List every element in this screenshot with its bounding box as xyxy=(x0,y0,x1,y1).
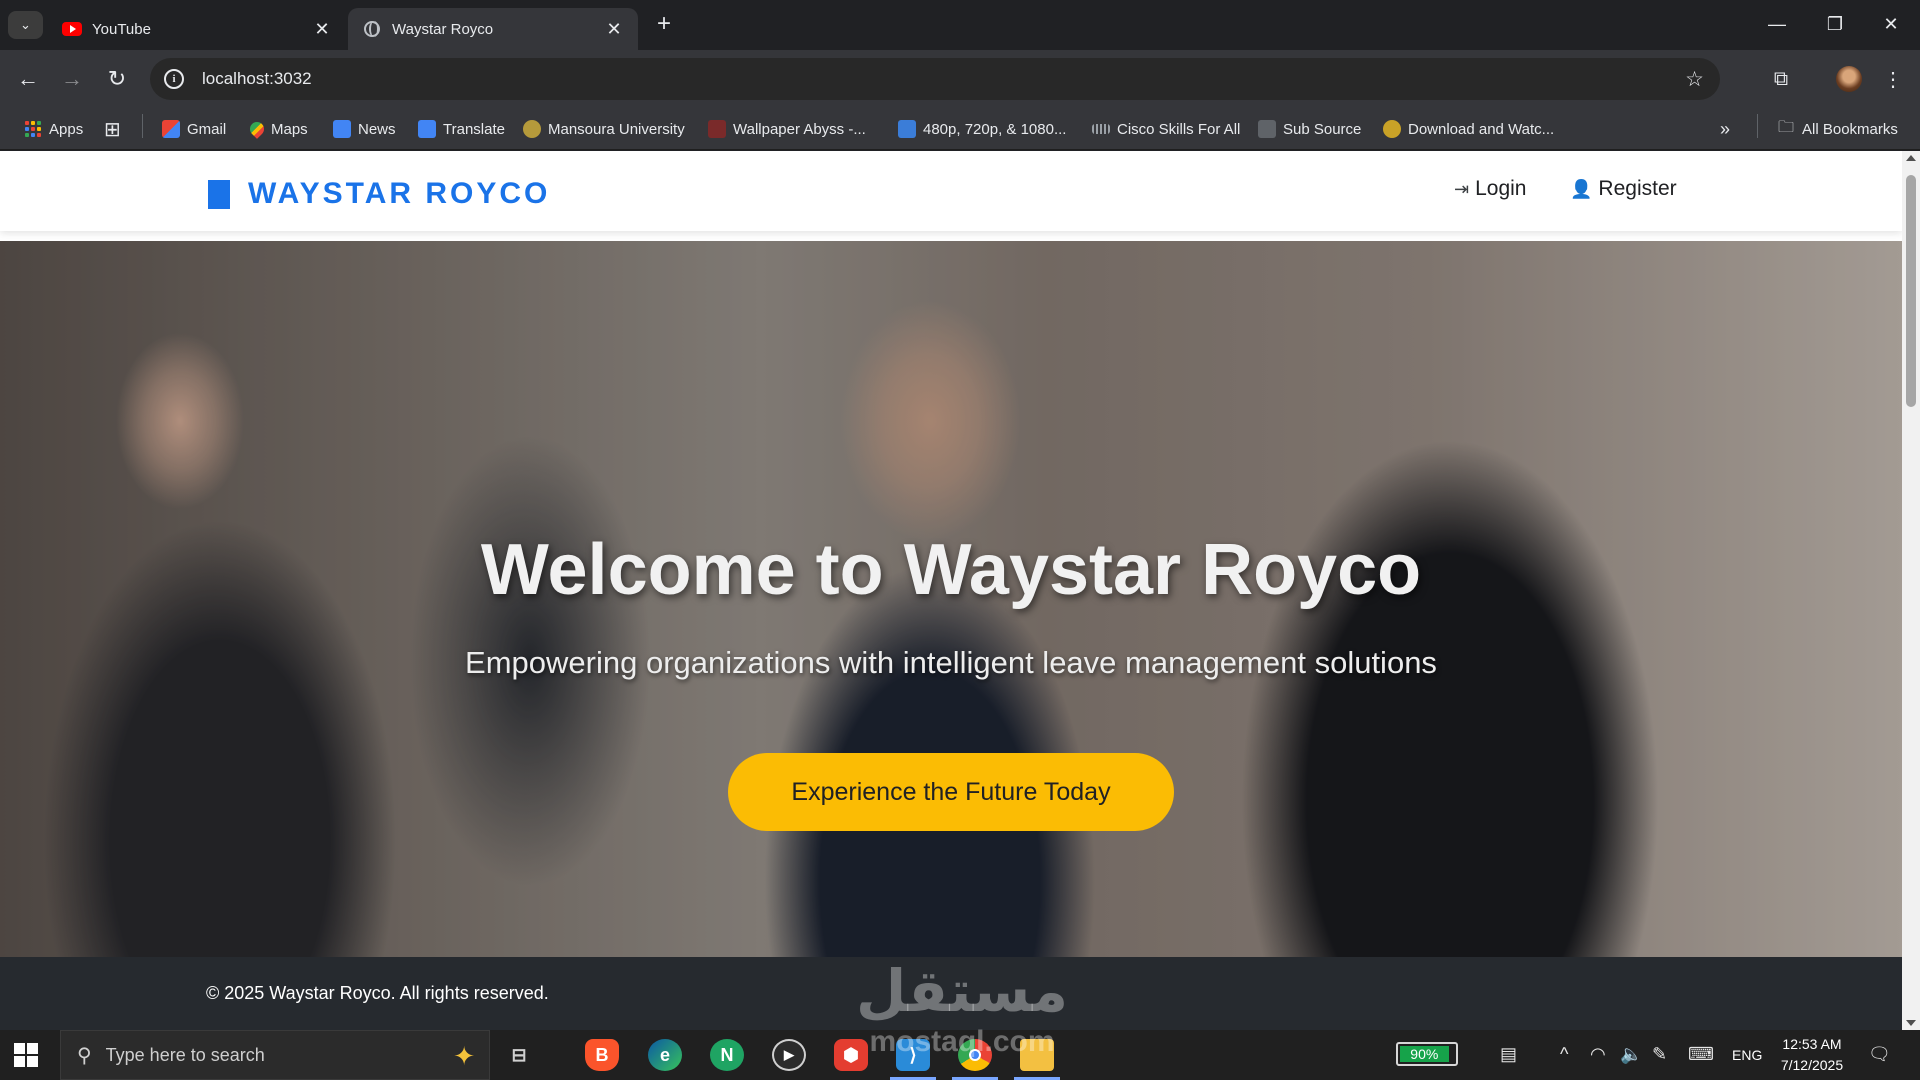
tray-chevron-icon[interactable]: ^ xyxy=(1560,1044,1568,1065)
bookmarks-bar: Apps ⊞ Gmail Maps News Translate Mansour… xyxy=(0,108,1920,150)
grid-icon: ⊞ xyxy=(104,118,121,141)
bookmark-maps[interactable]: Maps xyxy=(247,118,308,140)
brand-name: WAYSTAR ROYCO xyxy=(248,177,551,210)
hero-title: Welcome to Waystar Royco xyxy=(480,530,1422,610)
experience-future-button[interactable]: Experience the Future Today xyxy=(728,753,1174,831)
taskbar-search-placeholder: Type here to search xyxy=(105,1044,265,1065)
tab-title: YouTube xyxy=(92,20,151,38)
bookmarks-divider xyxy=(142,114,143,138)
tab-groups-icon[interactable]: ⊞ xyxy=(104,118,121,141)
hero-section: Welcome to Waystar Royco Empowering orga… xyxy=(0,241,1902,957)
battery-indicator[interactable]: 90% xyxy=(1396,1042,1458,1066)
brave-icon[interactable]: B xyxy=(585,1039,619,1071)
bookmark-news[interactable]: News xyxy=(333,118,396,140)
bookmark-gmail[interactable]: Gmail xyxy=(162,118,226,140)
browser-menu-icon[interactable]: ⋮ xyxy=(1878,64,1908,94)
register-link[interactable]: 👤 Register xyxy=(1570,177,1677,201)
cisco-icon xyxy=(1092,124,1110,134)
translate-icon xyxy=(418,120,436,138)
site-footer: © 2025 Waystar Royco. All rights reserve… xyxy=(0,957,1902,1030)
address-url[interactable]: localhost:3032 xyxy=(202,69,312,89)
news-icon xyxy=(333,120,351,138)
address-bar[interactable]: i localhost:3032 ☆ xyxy=(150,58,1720,100)
notifications-icon[interactable]: 🗨 xyxy=(1868,1044,1891,1065)
forward-button[interactable]: → xyxy=(57,64,87,94)
user-plus-icon: 👤 xyxy=(1570,178,1593,199)
search-icon: ⚲ xyxy=(77,1044,92,1067)
edge-icon[interactable]: e xyxy=(648,1039,682,1071)
login-link[interactable]: ⇥ Login xyxy=(1454,177,1526,201)
sparkle-icon: ✦ xyxy=(453,1041,475,1071)
hero-subtitle: Empowering organizations with intelligen… xyxy=(465,645,1437,680)
wallpaper-abyss-icon xyxy=(708,120,726,138)
brand-mark-icon xyxy=(208,179,230,209)
apps-grid-icon xyxy=(24,120,42,138)
scroll-thumb[interactable] xyxy=(1906,175,1916,407)
bookmarks-divider xyxy=(1757,114,1758,138)
bookmark-translate[interactable]: Translate xyxy=(418,118,505,140)
bookmarks-overflow-icon[interactable]: » xyxy=(1720,118,1730,140)
media-player-icon[interactable]: ▶ xyxy=(772,1039,806,1071)
sub-source-icon xyxy=(1258,120,1276,138)
volume-icon[interactable]: 🔈 xyxy=(1620,1044,1642,1065)
page-scrollbar[interactable] xyxy=(1902,151,1920,1030)
reload-button[interactable]: ↻ xyxy=(102,64,132,94)
close-window-button[interactable]: ✕ xyxy=(1862,0,1920,48)
maps-pin-icon xyxy=(247,119,267,139)
extensions-icon[interactable]: ⧉ xyxy=(1766,64,1796,94)
folder-icon: 🗀 xyxy=(1778,118,1795,136)
bookmark-wallpaper-abyss[interactable]: Wallpaper Abyss -... xyxy=(708,118,866,140)
scroll-up-arrow-icon[interactable] xyxy=(1906,155,1916,161)
all-bookmarks-button[interactable]: 🗀 All Bookmarks xyxy=(1778,118,1898,140)
new-tab-button[interactable]: + xyxy=(650,11,678,39)
wifi-icon[interactable]: ◠ xyxy=(1590,1044,1606,1065)
keyboard-icon[interactable]: ⌨ xyxy=(1688,1044,1714,1065)
tab-search-chevron-icon[interactable]: ⌄ xyxy=(8,11,43,39)
tab-title: Waystar Royco xyxy=(392,20,494,38)
site-header: WAYSTAR ROYCO ⇥ Login 👤 Register xyxy=(0,151,1902,231)
bookmark-star-icon[interactable]: ☆ xyxy=(1685,67,1704,92)
news-widget-icon[interactable]: ▤ xyxy=(1500,1044,1517,1065)
globe-favicon-icon xyxy=(362,21,382,37)
tab-close-icon[interactable]: ✕ xyxy=(604,19,624,40)
mostaql-watermark-url: mostaql.com xyxy=(869,1025,1055,1058)
profile-avatar[interactable] xyxy=(1836,66,1862,92)
tab-youtube[interactable]: YouTube ✕ xyxy=(48,8,346,50)
tab-waystar-royco[interactable]: Waystar Royco ✕ xyxy=(348,8,638,50)
back-button[interactable]: ← xyxy=(13,64,43,94)
tab-close-icon[interactable]: ✕ xyxy=(312,19,332,40)
gmail-icon xyxy=(162,120,180,138)
taskbar-search-box[interactable]: ⚲ Type here to search ✦ xyxy=(60,1030,490,1080)
battery-level: 90% xyxy=(1400,1046,1449,1062)
bookmark-apps[interactable]: Apps xyxy=(24,118,83,140)
page-viewport: WAYSTAR ROYCO ⇥ Login 👤 Register Welcome… xyxy=(0,151,1902,1030)
restore-window-button[interactable]: ❐ xyxy=(1806,0,1864,48)
scroll-down-arrow-icon[interactable] xyxy=(1906,1020,1916,1026)
clock-time[interactable]: 12:53 AM xyxy=(1772,1036,1852,1052)
language-indicator[interactable]: ENG xyxy=(1732,1047,1762,1063)
bookmark-480p-720p[interactable]: 480p, 720p, & 1080... xyxy=(898,118,1066,140)
clock-date[interactable]: 7/12/2025 xyxy=(1772,1057,1852,1073)
login-icon: ⇥ xyxy=(1454,178,1470,199)
footer-copyright: © 2025 Waystar Royco. All rights reserve… xyxy=(206,983,549,1003)
download-watch-icon xyxy=(1383,120,1401,138)
youtube-favicon-icon xyxy=(62,21,82,37)
university-seal-icon xyxy=(523,120,541,138)
windows-start-icon[interactable] xyxy=(14,1043,38,1067)
pen-icon[interactable]: ✎ xyxy=(1652,1044,1667,1065)
bookmark-sub-source[interactable]: Sub Source xyxy=(1258,118,1361,140)
video-icon xyxy=(898,120,916,138)
mostaql-watermark: مستقل xyxy=(855,957,1069,1025)
browser-toolbar: ← → ↻ i localhost:3032 ☆ ⧉ ⋮ xyxy=(0,50,1920,108)
bookmark-mansoura-university[interactable]: Mansoura University xyxy=(523,118,685,140)
n-app-icon[interactable]: N xyxy=(710,1039,744,1071)
minimize-window-button[interactable]: — xyxy=(1748,0,1806,48)
bookmark-download-and-watch[interactable]: Download and Watc... xyxy=(1383,118,1554,140)
site-info-icon[interactable]: i xyxy=(164,69,184,89)
browser-tab-strip: ⌄ YouTube ✕ Waystar Royco ✕ + — ❐ ✕ xyxy=(0,0,1920,50)
brand-logo[interactable]: WAYSTAR ROYCO xyxy=(208,177,550,211)
task-view-icon[interactable]: ⊟ xyxy=(502,1039,536,1071)
bookmark-cisco-skills[interactable]: Cisco Skills For All xyxy=(1092,118,1240,140)
